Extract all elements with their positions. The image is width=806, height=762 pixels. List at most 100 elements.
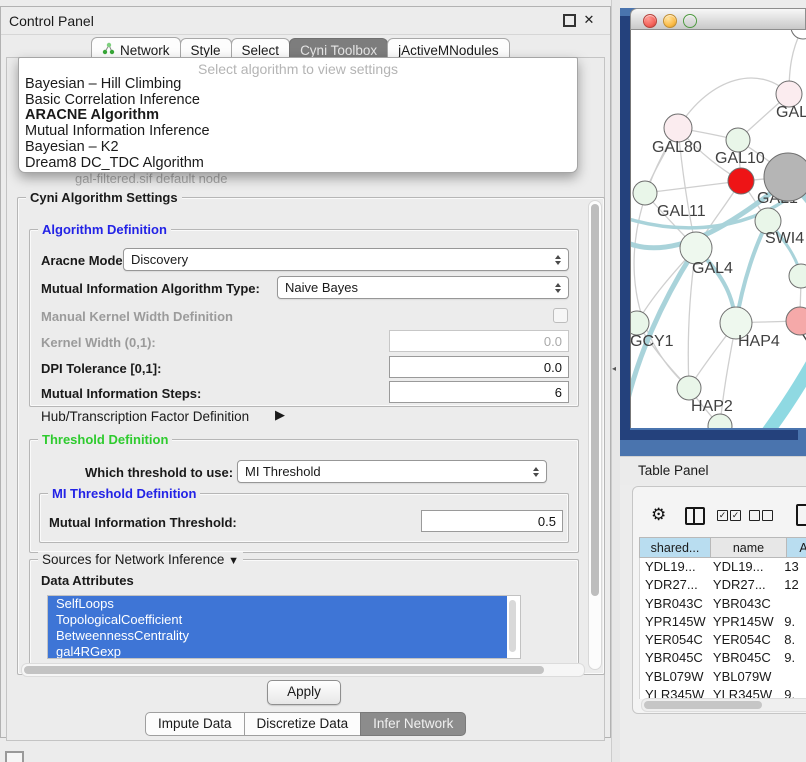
attributes-list-scrollbar-thumb[interactable] <box>509 600 516 652</box>
network-node-gal10[interactable] <box>726 128 750 152</box>
tab-label: Network <box>120 43 170 58</box>
mi-steps-label: Mutual Information Steps: <box>41 386 201 401</box>
column-header[interactable]: name <box>711 537 787 558</box>
network-canvas[interactable]: GALGAL80GAL10GAL1GAL11SWI4GAL4GCY1HAP4YH… <box>630 30 806 428</box>
column-header[interactable]: shared... <box>639 537 711 558</box>
table-card: ⚙ ✓ ✓ shared...nameA YDL19...YDL19...13Y… <box>632 486 806 714</box>
aracne-mode-label: Aracne Mode: <box>41 253 127 268</box>
mi-algorithm-type-label: Mutual Information Algorithm Type: <box>41 281 260 296</box>
aracne-mode-combobox[interactable]: Discovery <box>123 248 569 271</box>
kernel-width-input[interactable] <box>389 330 569 352</box>
network-node[interactable] <box>764 153 806 201</box>
divider-collapse-icon[interactable]: ◂ <box>612 364 616 373</box>
table-row[interactable]: YDR27...YDR27...12 <box>640 576 806 594</box>
data-attributes-list[interactable]: SelfLoopsTopologicalCoefficientBetweenne… <box>47 595 521 659</box>
data-attributes-label: Data Attributes <box>41 573 134 588</box>
which-threshold-value: MI Threshold <box>245 464 321 479</box>
network-node[interactable] <box>791 30 806 39</box>
sources-collapse-arrow-icon[interactable]: ▼ <box>228 555 239 567</box>
network-graph[interactable]: GALGAL80GAL10GAL1GAL11SWI4GAL4GCY1HAP4YH… <box>631 30 806 428</box>
attribute-list-item[interactable]: TopologicalCoefficient <box>48 612 507 628</box>
bottom-tab-infer-network[interactable]: Infer Network <box>360 712 466 736</box>
table-row[interactable]: YPR145WYPR145W9. <box>640 613 806 631</box>
algorithm-option[interactable]: Bayesian – K2 <box>19 140 577 156</box>
network-node-gal11[interactable] <box>633 181 657 205</box>
node-label: HAP4 <box>738 333 780 350</box>
deselect-all-checkbox-icon[interactable] <box>762 510 773 521</box>
tab-label: Style <box>191 43 221 58</box>
algorithm-option[interactable]: Bayesian – Hill Climbing <box>19 77 577 93</box>
table-cell <box>779 668 806 686</box>
table-cell: YER054C <box>708 631 779 649</box>
table-row[interactable]: YBL079WYBL079W <box>640 668 806 686</box>
attribute-list-item[interactable]: gal4RGexp <box>48 644 507 659</box>
table-horizontal-scrollbar-thumb[interactable] <box>644 701 762 709</box>
algorithm-option[interactable]: Mutual Information Inference <box>19 124 577 140</box>
network-edge[interactable] <box>645 181 741 193</box>
table-cell: YER054C <box>640 631 708 649</box>
deselect-all-checkbox-icon[interactable] <box>749 510 760 521</box>
network-node-gal1[interactable] <box>728 168 754 194</box>
which-threshold-combobox[interactable]: MI Threshold <box>237 460 547 483</box>
mi-steps-input[interactable] <box>389 381 569 403</box>
settings-horizontal-scrollbar-thumb[interactable] <box>24 666 544 674</box>
hub-expand-arrow-icon[interactable]: ▶ <box>275 407 285 423</box>
float-window-icon[interactable] <box>563 14 576 27</box>
table-row[interactable]: YER054CYER054C8. <box>640 631 806 649</box>
settings-horizontal-scrollbar[interactable] <box>21 663 585 677</box>
gear-icon[interactable]: ⚙ <box>651 505 666 525</box>
node-label: GAL10 <box>715 150 765 167</box>
network-edge[interactable] <box>746 355 806 428</box>
algorithm-option[interactable]: Basic Correlation Inference <box>19 93 577 109</box>
manual-kernel-width-checkbox[interactable] <box>553 308 568 323</box>
close-traffic-light-icon[interactable] <box>643 14 657 28</box>
table-horizontal-scrollbar[interactable] <box>641 698 806 712</box>
collapsed-panel-icon[interactable] <box>5 751 24 762</box>
new-table-icon[interactable] <box>796 504 806 526</box>
manual-kernel-width-label: Manual Kernel Width Definition <box>41 309 233 324</box>
split-columns-icon[interactable] <box>685 507 705 525</box>
settings-vertical-scrollbar-thumb[interactable] <box>591 204 599 596</box>
tab-label: Cyni Toolbox <box>300 43 377 58</box>
table-cell: YBR043C <box>640 595 708 613</box>
sources-group-title: Sources for Network Inference ▼ <box>38 552 243 567</box>
column-header[interactable]: A <box>787 537 806 558</box>
table-panel-title: Table Panel <box>638 463 709 478</box>
select-all-checkbox-icon[interactable]: ✓ <box>730 510 741 521</box>
panel-divider[interactable] <box>611 0 620 762</box>
network-window-titlebar[interactable] <box>630 8 806 30</box>
algorithm-dropdown-items: Bayesian – Hill ClimbingBasic Correlatio… <box>19 77 577 171</box>
attribute-list-item[interactable]: SelfLoops <box>48 596 507 612</box>
network-node-gcy1[interactable] <box>631 311 649 335</box>
network-node-gal80[interactable] <box>664 114 692 142</box>
mi-threshold-group-title: MI Threshold Definition <box>48 486 200 501</box>
which-threshold-label: Which threshold to use: <box>85 465 233 480</box>
network-node-y[interactable] <box>786 307 806 335</box>
table-cell: YPR145W <box>640 613 708 631</box>
algorithm-option[interactable]: ARACNE Algorithm <box>19 108 577 124</box>
close-icon[interactable]: ✕ <box>583 14 595 26</box>
network-edge[interactable] <box>678 78 789 128</box>
bottom-tab-discretize-data[interactable]: Discretize Data <box>244 712 362 736</box>
attribute-list-item[interactable]: BetweennessCentrality <box>48 628 507 644</box>
select-all-checkbox-icon[interactable]: ✓ <box>717 510 728 521</box>
network-view-window[interactable]: GALGAL80GAL10GAL1GAL11SWI4GAL4GCY1HAP4YH… <box>630 8 806 430</box>
algorithm-option[interactable]: Dream8 DC_TDC Algorithm <box>19 156 577 172</box>
dpi-tolerance-input[interactable] <box>389 356 569 378</box>
table-row[interactable]: YBR043CYBR043C <box>640 595 806 613</box>
settings-vertical-scrollbar[interactable] <box>588 200 602 670</box>
apply-button[interactable]: Apply <box>267 680 341 705</box>
minimize-traffic-light-icon[interactable] <box>663 14 677 28</box>
mi-threshold-input[interactable] <box>421 510 563 532</box>
mi-algorithm-type-combobox[interactable]: Naive Bayes <box>277 276 569 299</box>
table-row[interactable]: YDL19...YDL19...13 <box>640 558 806 576</box>
zoom-traffic-light-icon[interactable] <box>683 14 697 28</box>
bottom-tab-impute-data[interactable]: Impute Data <box>145 712 245 736</box>
network-desktop: GALGAL80GAL10GAL1GAL11SWI4GAL4GCY1HAP4YH… <box>620 8 806 456</box>
network-node-hap2[interactable] <box>677 376 701 400</box>
node-label: GCY1 <box>631 333 674 350</box>
network-node[interactable] <box>789 264 806 288</box>
table-row[interactable]: YBR045CYBR045C9. <box>640 649 806 667</box>
application-root: Control Panel ✕ NetworkStyleSelectCyni T… <box>0 0 806 762</box>
combo-arrows-icon <box>555 255 561 265</box>
